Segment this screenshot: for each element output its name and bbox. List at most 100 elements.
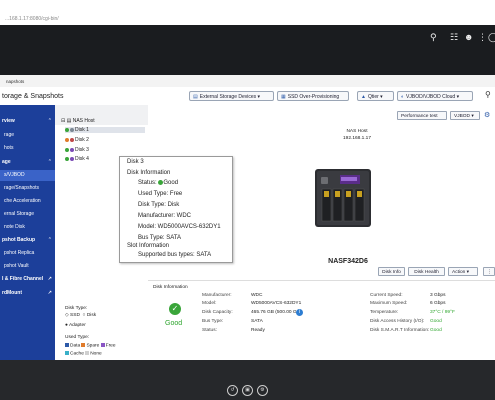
nav-iscsi-fibre[interactable]: I & Fibre Channel ↗	[0, 274, 55, 285]
search-icon[interactable]: ⚲	[430, 32, 437, 43]
tooltip-status: Status: Good	[138, 180, 178, 186]
nav-label: rage	[4, 132, 15, 138]
status-dot-icon	[65, 147, 69, 152]
dock-settings-icon[interactable]: ⚙	[257, 385, 268, 396]
warning-dot-icon	[65, 137, 69, 142]
nav-snapshot-backup[interactable]: pshot Backup ⌃	[0, 235, 55, 246]
access-history-value: Good	[430, 319, 442, 324]
action-dropdown-label: Action	[452, 270, 466, 275]
info-label: Manufacturer:	[202, 293, 232, 298]
external-storage-button[interactable]: ▤ External Storage Devices ▾	[189, 91, 274, 101]
info-value: 465.76 GB (500.00 GB)	[251, 310, 302, 315]
data-swatch	[65, 343, 69, 347]
info-label: Temperature:	[370, 310, 399, 315]
check-circle-icon: ✓	[169, 303, 181, 315]
app-tab[interactable]: napshots	[6, 79, 24, 84]
tree-disk-4[interactable]: Disk 4	[65, 156, 89, 162]
tree-disk-label: Disk 1	[75, 127, 89, 133]
nav-external-storage[interactable]: ernal Storage	[0, 209, 55, 220]
nas-host-label: NAS Host 192.168.1.17	[327, 128, 387, 142]
tooltip-model: Model: WD5000AVCS-632DY1	[138, 224, 221, 230]
tree-nas-host[interactable]: ⊟ ▤ NAS Host	[61, 118, 95, 124]
nav-remote-disk[interactable]: note Disk	[0, 222, 55, 233]
free-swatch	[100, 343, 105, 347]
options-icon[interactable]: ⋮	[478, 32, 487, 43]
disk-information-panel: Disk Information ✓ Good Manufacturer: WD…	[148, 280, 495, 361]
qtier-button[interactable]: ▲ Qtier ▾	[357, 91, 394, 101]
disk-icon	[70, 147, 74, 152]
vjbod-cloud-button[interactable]: ◐ VJBOD/VJBOD Cloud ▾	[397, 91, 473, 101]
none-swatch	[85, 351, 90, 355]
ssd-overprovisioning-button[interactable]: ▦ SSD Over-Provisioning	[277, 91, 349, 101]
qtier-icon: ▲	[361, 94, 366, 100]
chevron-up-icon: ⌃	[47, 159, 52, 165]
action-dropdown[interactable]: Action ▾	[448, 267, 478, 276]
external-storage-icon: ▤	[193, 94, 198, 100]
nav-label: che Acceleration	[4, 198, 41, 204]
nav-snapshot-vault[interactable]: pshot Vault	[0, 261, 55, 272]
settings-icon[interactable]: ⚙	[484, 111, 490, 119]
nav-storage-snapshots[interactable]: rage/Snapshots	[0, 183, 55, 194]
url-text[interactable]: ...168.1.17:8080/cgi-bin/	[5, 16, 59, 22]
nav-hybridmount[interactable]: rdMount ↗	[0, 288, 55, 299]
info-label: Maximum Speed:	[370, 301, 408, 306]
nav-label: pshot Backup	[2, 237, 36, 243]
nav-label: rdMount	[2, 290, 22, 296]
nav-snapshot-replica[interactable]: pshot Replica	[0, 248, 55, 259]
ssd-icon: ◇	[65, 313, 69, 318]
toolbar-search-icon[interactable]: ⚲	[485, 90, 491, 99]
performance-test-button[interactable]: Performance test	[397, 111, 447, 120]
used-type-legend-title: Used Type:	[65, 335, 90, 340]
more-button[interactable]: ⋮	[483, 267, 495, 276]
tree-disk-2[interactable]: Disk 2	[65, 137, 89, 143]
dashboard-icon[interactable]: ◯	[488, 32, 495, 43]
vjbod-dropdown[interactable]: VJBOD ▾	[450, 111, 480, 120]
disk-health-button[interactable]: Disk Health	[408, 267, 445, 276]
nav-label: ernal Storage	[4, 211, 35, 217]
tooltip-section-slot-info: Slot Information	[127, 243, 170, 249]
info-icon[interactable]: i	[296, 309, 303, 316]
user-icon[interactable]: ☻	[464, 32, 473, 42]
tree-disk-label: Disk 4	[75, 156, 89, 162]
nav-label: age	[2, 159, 11, 165]
tree-host-label: NAS Host	[72, 118, 95, 124]
disk-icon: ○	[82, 313, 86, 318]
nav-overview[interactable]: rview ⌃	[0, 116, 55, 127]
tree-disk-3[interactable]: Disk 3	[65, 147, 89, 153]
vjbod-label: VJBOD/VJBOD Cloud	[406, 94, 456, 100]
info-value: 3 Gbps	[430, 293, 446, 298]
browser-url-bar[interactable]: ...168.1.17:8080/cgi-bin/	[0, 0, 495, 26]
info-label: Disk Capacity:	[202, 310, 233, 315]
nas-device-image	[315, 169, 371, 227]
nav-disks-vjbod[interactable]: s/VJBOD	[0, 170, 55, 181]
disk-type-legend-title: Disk Type:	[65, 306, 88, 311]
info-value: WD5000AVCS-632DY1	[251, 301, 302, 306]
dock-app-icon[interactable]: ▣	[242, 385, 253, 396]
tasks-icon[interactable]: ☷	[450, 32, 458, 43]
nav-snapshots[interactable]: hots	[0, 143, 55, 154]
ssd-label: SSD Over-Provisioning	[287, 94, 340, 100]
chevron-up-icon: ⌃	[47, 118, 52, 124]
nav-label: pshot Replica	[4, 250, 35, 256]
info-label: Status:	[202, 328, 217, 333]
disk-info-button[interactable]: Disk Info	[378, 267, 405, 276]
tree-disk-1[interactable]: Disk 1	[65, 127, 145, 133]
tooltip-used-type: Used Type: Free	[138, 191, 183, 197]
legend-disk: Disk	[86, 313, 97, 318]
nav-storage[interactable]: rage	[0, 130, 55, 141]
legend-free: Free	[105, 343, 116, 349]
disk-type-legend: ◇ SSD ○ Disk	[65, 313, 96, 318]
ssd-icon: ▦	[281, 94, 286, 100]
dock-back-icon[interactable]: ↺	[227, 385, 238, 396]
app-toolbar: torage & Snapshots ▤ External Storage Dev…	[0, 87, 495, 106]
legend-none: None	[90, 351, 102, 357]
external-link-icon: ↗	[47, 276, 52, 282]
tooltip-status-label: Status:	[138, 180, 157, 187]
app-title: torage & Snapshots	[2, 93, 64, 100]
nav-cache-acceleration[interactable]: che Acceleration	[0, 196, 55, 207]
external-storage-label: External Storage Devices	[199, 94, 257, 100]
info-value: Ready	[251, 328, 265, 333]
temperature-value: 37°C / 99°F	[430, 310, 455, 315]
nav-storage-section[interactable]: age ⌃	[0, 157, 55, 168]
disk-icon	[70, 137, 74, 142]
